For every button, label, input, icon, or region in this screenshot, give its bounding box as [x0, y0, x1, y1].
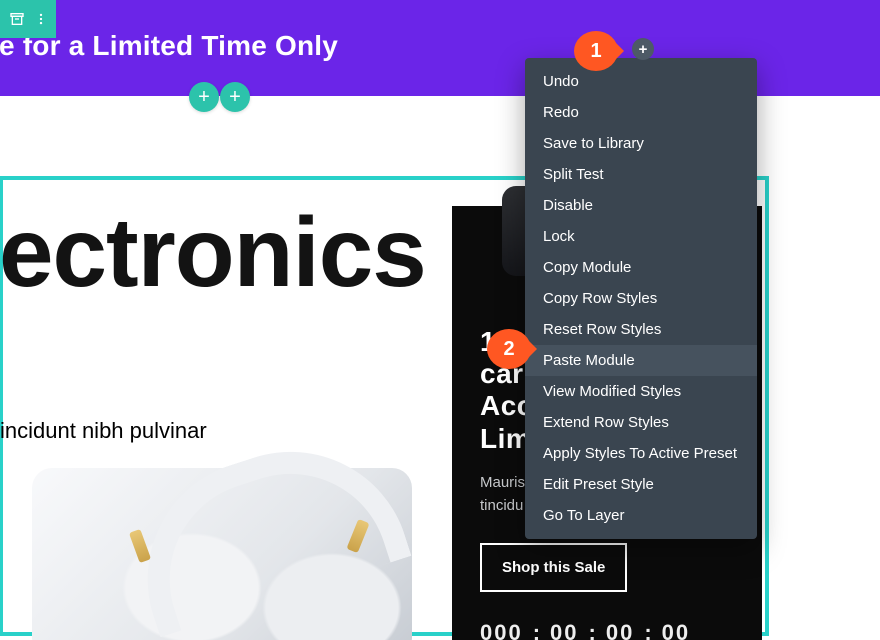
page-subtext: incidunt nibh pulvinar [0, 418, 207, 444]
context-menu: UndoRedoSave to LibrarySplit TestDisable… [525, 58, 757, 539]
context-menu-item[interactable]: Reset Row Styles [525, 314, 757, 345]
context-menu-item[interactable]: Lock [525, 221, 757, 252]
context-menu-item[interactable]: Paste Module [525, 345, 757, 376]
countdown-days: 000 [480, 620, 523, 640]
add-column-button[interactable]: + [189, 82, 219, 112]
context-menu-item[interactable]: Disable [525, 190, 757, 221]
countdown-segment: 00 Hrs [550, 620, 578, 640]
context-menu-item[interactable]: Copy Module [525, 252, 757, 283]
builder-toolbar [0, 0, 56, 38]
context-menu-item[interactable]: Apply Styles To Active Preset [525, 438, 757, 469]
context-menu-item[interactable]: View Modified Styles [525, 376, 757, 407]
context-menu-item[interactable]: Undo [525, 66, 757, 97]
context-menu-item[interactable]: Split Test [525, 159, 757, 190]
context-menu-item[interactable]: Edit Preset Style [525, 469, 757, 500]
countdown-timer: 000 Day : 00 Hrs : 00 Min : 00 Sec [480, 620, 690, 640]
countdown-hrs: 00 [550, 620, 578, 640]
countdown-colon: : [587, 620, 598, 640]
context-menu-item[interactable]: Save to Library [525, 128, 757, 159]
shop-sale-button[interactable]: Shop this Sale [480, 543, 627, 592]
countdown-min: 00 [606, 620, 634, 640]
countdown-colon: : [531, 620, 542, 640]
page-headline: ectronics [0, 196, 426, 309]
decoration [129, 529, 151, 563]
decoration [346, 519, 369, 553]
countdown-segment: 00 Sec [662, 620, 690, 640]
annotation-callout-1: 1 [574, 31, 618, 71]
countdown-sec: 00 [662, 620, 690, 640]
annotation-callout-2: 2 [487, 329, 531, 369]
countdown-segment: 00 Min [606, 620, 634, 640]
more-vertical-icon[interactable] [34, 11, 48, 27]
context-menu-item[interactable]: Redo [525, 97, 757, 128]
add-row-button[interactable]: + [220, 82, 250, 112]
product-image-headphones [32, 468, 412, 640]
countdown-colon: : [642, 620, 653, 640]
context-menu-item[interactable]: Extend Row Styles [525, 407, 757, 438]
context-menu-item[interactable]: Go To Layer [525, 500, 757, 531]
context-menu-item[interactable]: Copy Row Styles [525, 283, 757, 314]
countdown-segment: 000 Day [480, 620, 523, 640]
archive-icon[interactable] [9, 11, 25, 27]
